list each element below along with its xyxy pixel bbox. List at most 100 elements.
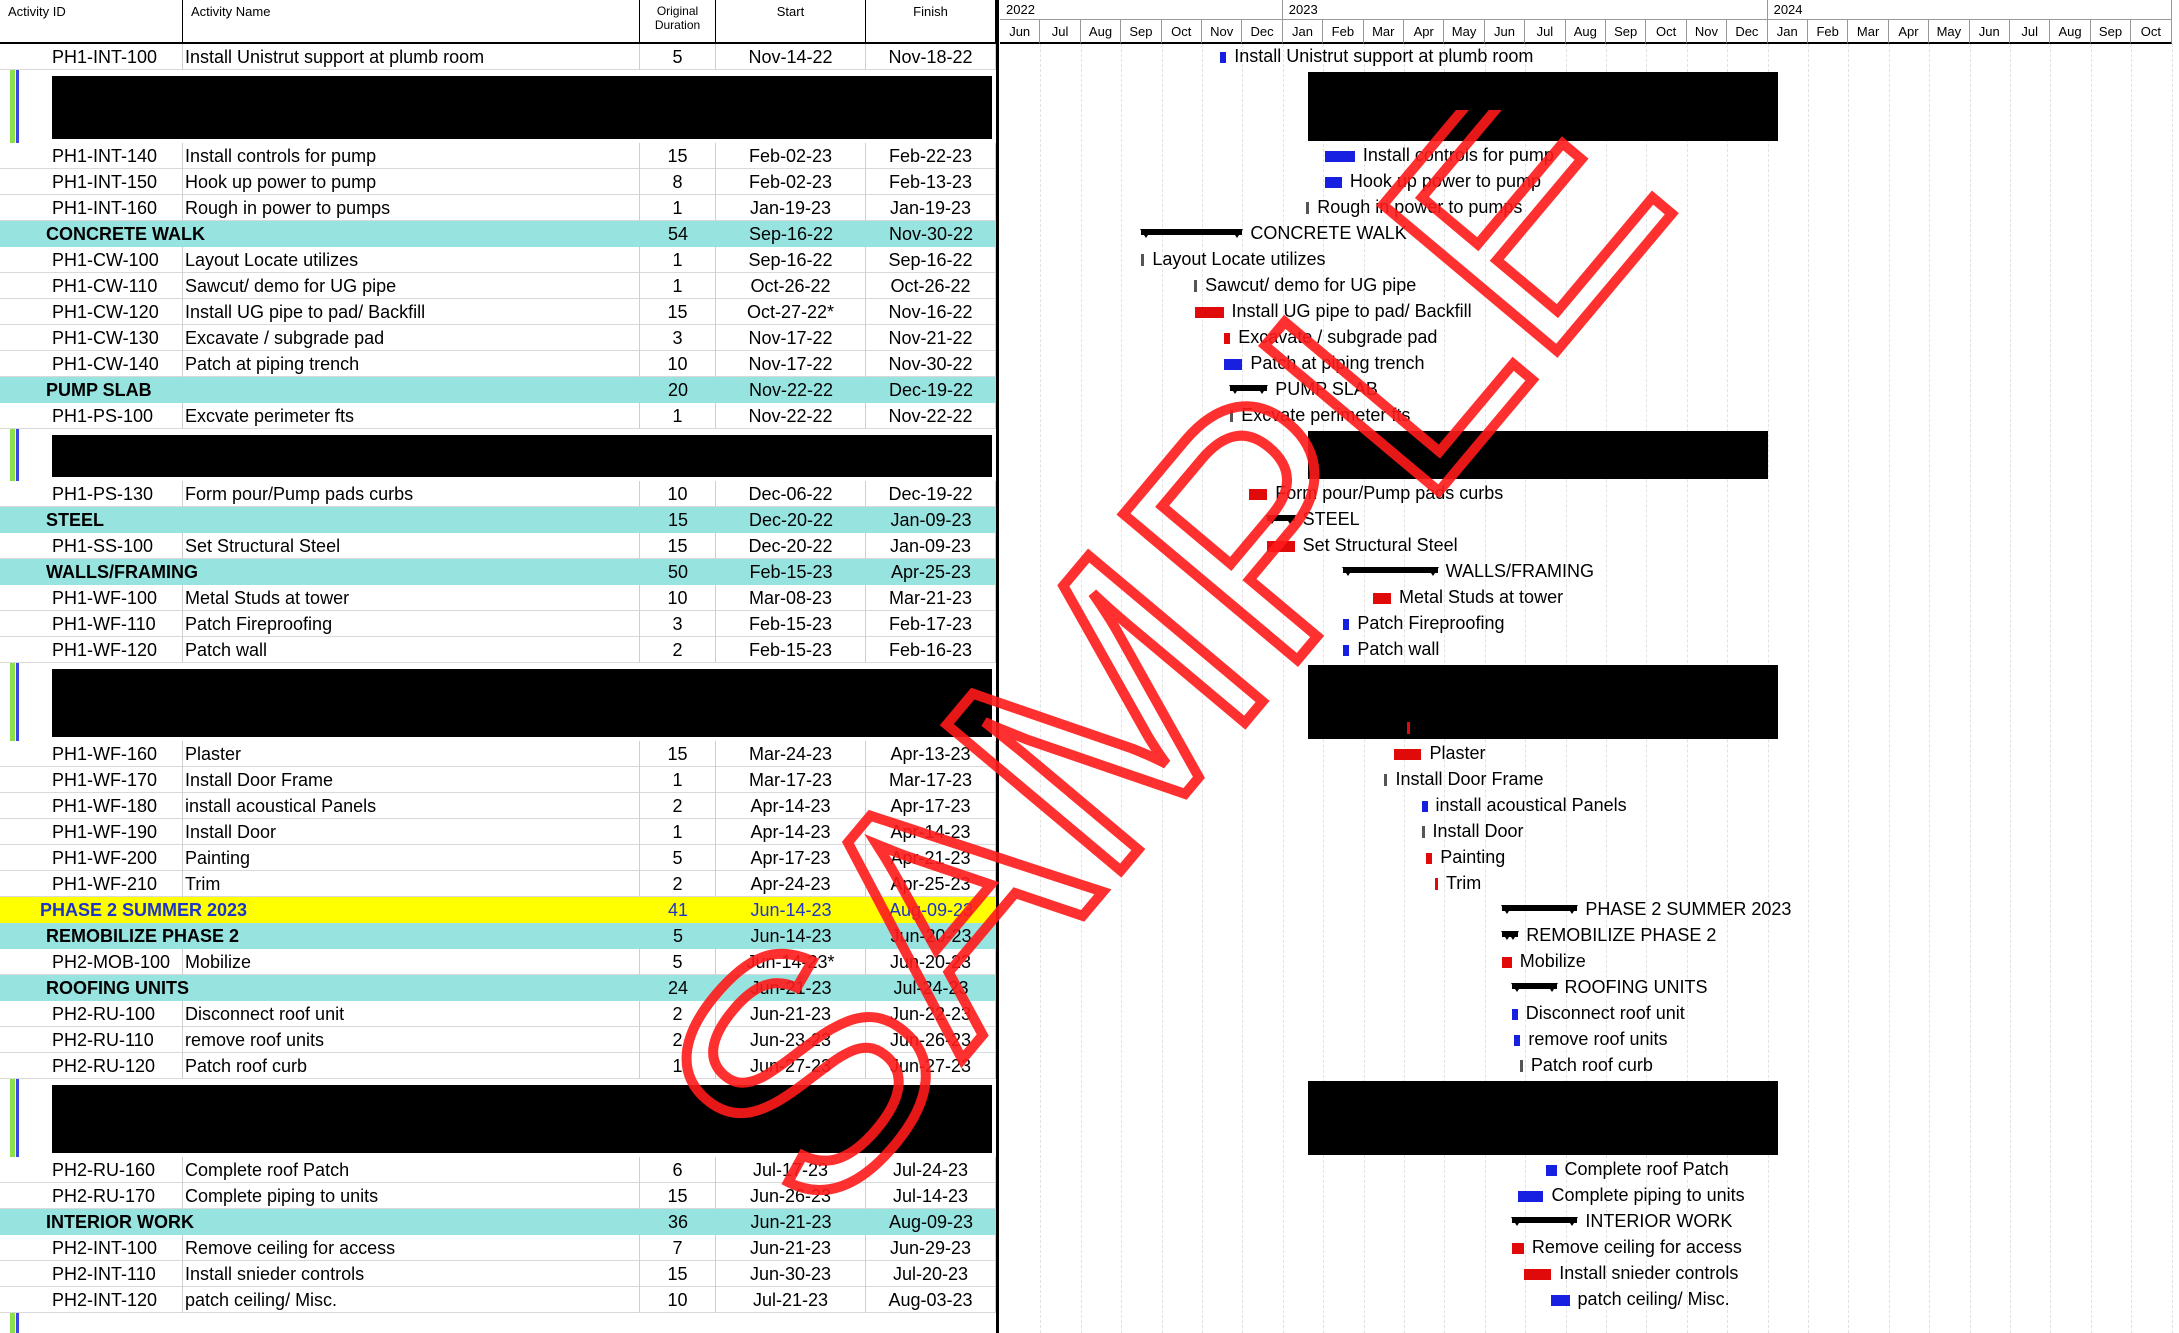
start-date: Jun-21-23 (716, 1234, 866, 1261)
activity-bar[interactable] (1518, 1190, 1544, 1202)
bar-label: REMOBILIZE PHASE 2 (1526, 924, 1717, 945)
col-header-activity-name[interactable]: Activity Name (183, 0, 640, 44)
activity-bar[interactable] (1511, 1242, 1524, 1254)
activity-bar[interactable] (1223, 332, 1231, 344)
milestone-tick[interactable] (1141, 253, 1145, 266)
table-row[interactable]: PH2-MOB-100 Mobilize 5 Jun-14-23* Jun-20-23 (0, 948, 996, 975)
table-row[interactable]: PH1-WF-200 Painting 5 Apr-17-23 Apr-21-23 (0, 844, 996, 871)
group-row[interactable]: REMOBILIZE PHASE 2 5 Jun-14-23 Jun-20-23 (0, 922, 996, 949)
summary-bar[interactable] (1266, 514, 1296, 524)
table-row[interactable]: PH1-SS-100 Set Structural Steel 15 Dec-20-2… (0, 532, 996, 559)
table-row[interactable]: PH2-RU-100 Disconnect roof unit 2 Jun-21-23… (0, 1000, 996, 1027)
original-duration: 15 (640, 142, 716, 169)
summary-bar[interactable] (1140, 228, 1244, 238)
group-row[interactable]: INTERIOR WORK 36 Jun-21-23 Aug-09-23 (0, 1208, 996, 1235)
table-row[interactable]: PH1-PS-100 Excvate perimeter fts 1 Nov-22-2… (0, 402, 996, 429)
finish-date: Nov-21-22 (866, 324, 996, 351)
table-row[interactable]: PH1-WF-110 Patch Fireproofing 3 Feb-15-23 Fe… (0, 610, 996, 637)
activity-bar[interactable] (1343, 618, 1350, 630)
col-header-finish[interactable]: Finish (866, 0, 996, 44)
activity-bar[interactable] (1523, 1268, 1552, 1280)
table-row[interactable]: PH1-INT-140 Install controls for pump 15 Fe… (0, 142, 996, 169)
finish-date: Jun-29-23 (866, 1234, 996, 1261)
milestone-tick[interactable] (1519, 1059, 1523, 1072)
activity-bar[interactable] (1195, 306, 1224, 318)
table-row[interactable]: PH1-CW-120 Install UG pipe to pad/ Backfi… (0, 298, 996, 325)
activity-bar[interactable] (1324, 150, 1355, 162)
summary-bar[interactable] (1501, 930, 1520, 940)
pane-divider[interactable] (996, 0, 999, 1333)
table-row[interactable]: PH2-INT-100 Remove ceiling for access 7 Jun… (0, 1234, 996, 1261)
activity-bar[interactable] (1551, 1294, 1570, 1306)
activity-bar[interactable] (1546, 1164, 1557, 1176)
milestone-tick[interactable] (1406, 721, 1410, 734)
group-title: ROOFING UNITS (46, 977, 189, 998)
table-row[interactable]: PH1-CW-100 Layout Locate utilizes 1 Sep-16-… (0, 246, 996, 273)
activity-bar[interactable] (1425, 852, 1433, 864)
table-row[interactable]: PH2-RU-160 Complete roof Patch 6 Jul-17-23 J… (0, 1156, 996, 1183)
group-row[interactable]: ROOFING UNITS 24 Jun-21-23 Jul-24-23 (0, 974, 996, 1001)
activity-bar[interactable] (1502, 956, 1512, 968)
milestone-tick[interactable] (1194, 279, 1198, 292)
col-header-start-label: Start (776, 4, 805, 19)
table-row[interactable]: PH1-WF-120 Patch wall 2 Feb-15-23 Feb-16-23 (0, 636, 996, 663)
table-row[interactable]: PH2-RU-110 remove roof units 2 Jun-23-23 Jun… (0, 1026, 996, 1053)
col-header-duration[interactable]: Original Duration (640, 0, 716, 44)
table-row[interactable]: PH1-CW-110 Sawcut/ demo for UG pipe 1 Oct-2… (0, 272, 996, 299)
start-date: Oct-27-22* (716, 298, 866, 325)
summary-bar[interactable] (1501, 904, 1579, 914)
activity-id: PH1-INT-150 (52, 168, 183, 195)
summary-bar[interactable] (1342, 566, 1439, 576)
col-header-activity-id[interactable]: Activity ID (0, 0, 183, 44)
activity-id: PH1-CW-130 (52, 324, 183, 351)
activity-bar[interactable] (1343, 644, 1350, 656)
activity-bar[interactable] (1267, 540, 1295, 552)
group-row[interactable]: WALLS/FRAMING 50 Feb-15-23 Apr-25-23 (0, 558, 996, 585)
table-row[interactable]: PH1-WF-210 Trim 2 Apr-24-23 Apr-25-23 (0, 870, 996, 897)
table-row[interactable]: PH1-INT-160 Rough in power to pumps 1 Jan-1… (0, 194, 996, 221)
activity-name: Excvate perimeter fts (183, 402, 640, 429)
table-row[interactable]: PH1-WF-170 Install Door Frame 1 Mar-17-23 Ma… (0, 766, 996, 793)
phase-row[interactable]: PHASE 2 SUMMER 2023 41 Jun-14-23 Aug-09-23 (0, 896, 996, 923)
col-header-start[interactable]: Start (716, 0, 866, 44)
activity-bar[interactable] (1324, 176, 1342, 188)
table-row[interactable]: PH1-CW-130 Excavate / subgrade pad 3 Nov-17… (0, 324, 996, 351)
activity-bar[interactable] (1372, 592, 1391, 604)
activity-bar[interactable] (1514, 1034, 1521, 1046)
activity-bar[interactable] (1223, 358, 1243, 370)
table-row[interactable]: PH1-PS-130 Form pour/Pump pads curbs 10 Dec… (0, 480, 996, 507)
group-row[interactable]: PUMP SLAB 20 Nov-22-22 Dec-19-22 (0, 376, 996, 403)
milestone-tick[interactable] (1384, 773, 1388, 786)
table-row[interactable]: PH2-RU-170 Complete piping to units 15 Jun-… (0, 1182, 996, 1209)
summary-bar[interactable] (1229, 384, 1269, 394)
table-row[interactable]: PH1-WF-190 Install Door 1 Apr-14-23 Apr-14-2… (0, 818, 996, 845)
table-row[interactable]: PH1-INT-150 Hook up power to pump 8 Feb-02-… (0, 168, 996, 195)
summary-bar[interactable] (1510, 1216, 1578, 1226)
activity-bar[interactable] (1248, 488, 1268, 500)
activity-bar[interactable] (1393, 748, 1422, 760)
group-row[interactable]: CONCRETE WALK 54 Sep-16-22 Nov-30-22 (0, 220, 996, 247)
table-row[interactable]: PH1-WF-100 Metal Studs at tower 10 Mar-08-2… (0, 584, 996, 611)
start-date: Apr-14-23 (716, 818, 866, 845)
milestone-tick[interactable] (1434, 877, 1438, 890)
table-row[interactable]: PH1-CW-140 Patch at piping trench 10 Nov-17… (0, 350, 996, 377)
start-date: Sep-16-22 (748, 223, 834, 244)
activity-bar[interactable] (1511, 1008, 1518, 1020)
milestone-tick[interactable] (1421, 825, 1425, 838)
month-header: Mar (1848, 20, 1889, 44)
activity-name: Patch at piping trench (183, 350, 640, 377)
table-row[interactable]: PH1-WF-160 Plaster 15 Mar-24-23 Apr-13-23 (0, 740, 996, 767)
milestone-tick[interactable] (1306, 201, 1310, 214)
activity-bar[interactable] (1421, 800, 1428, 812)
table-row[interactable]: PH1-WF-180 install acoustical Panels 2 Apr-… (0, 792, 996, 819)
summary-bar[interactable] (1510, 982, 1558, 992)
activity-bar[interactable] (1219, 52, 1227, 63)
table-row[interactable]: PH2-INT-120 patch ceiling/ Misc. 10 Jul-21-… (0, 1286, 996, 1313)
milestone-tick[interactable] (1230, 409, 1234, 422)
table-row[interactable]: PH2-RU-120 Patch roof curb 1 Jun-27-23 Jun-2… (0, 1052, 996, 1079)
table-row[interactable]: PH2-INT-110 Install snieder controls 15 Jun… (0, 1260, 996, 1287)
group-row[interactable]: STEEL 15 Dec-20-22 Jan-09-23 (0, 506, 996, 533)
finish-date: Apr-25-23 (890, 561, 972, 582)
table-row[interactable]: PH1-INT-100 Install Unistrut support at p… (0, 44, 996, 70)
original-duration: 50 (667, 561, 689, 582)
